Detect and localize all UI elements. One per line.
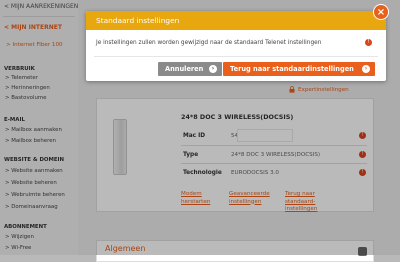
dialog-info-icon: ! bbox=[365, 39, 372, 46]
dialog-header: Standaard instellingen bbox=[86, 11, 386, 30]
chevron-right-icon: › bbox=[362, 65, 370, 73]
chevron-right-icon: › bbox=[209, 65, 217, 73]
dialog-message: Je instellingen zullen worden gewijzigd … bbox=[96, 40, 322, 46]
dialog-title: Standaard instellingen bbox=[96, 16, 180, 25]
restore-defaults-button-label: Terug naar standaardinstellingen bbox=[230, 65, 354, 73]
dialog-divider bbox=[94, 56, 378, 57]
close-icon[interactable]: × bbox=[373, 4, 389, 20]
reset-dialog: Standaard instellingen Je instellingen z… bbox=[86, 11, 386, 81]
cancel-button-label: Annuleren bbox=[165, 65, 204, 73]
restore-defaults-button[interactable]: Terug naar standaardinstellingen › bbox=[223, 62, 375, 76]
cancel-button[interactable]: Annuleren › bbox=[158, 62, 222, 76]
